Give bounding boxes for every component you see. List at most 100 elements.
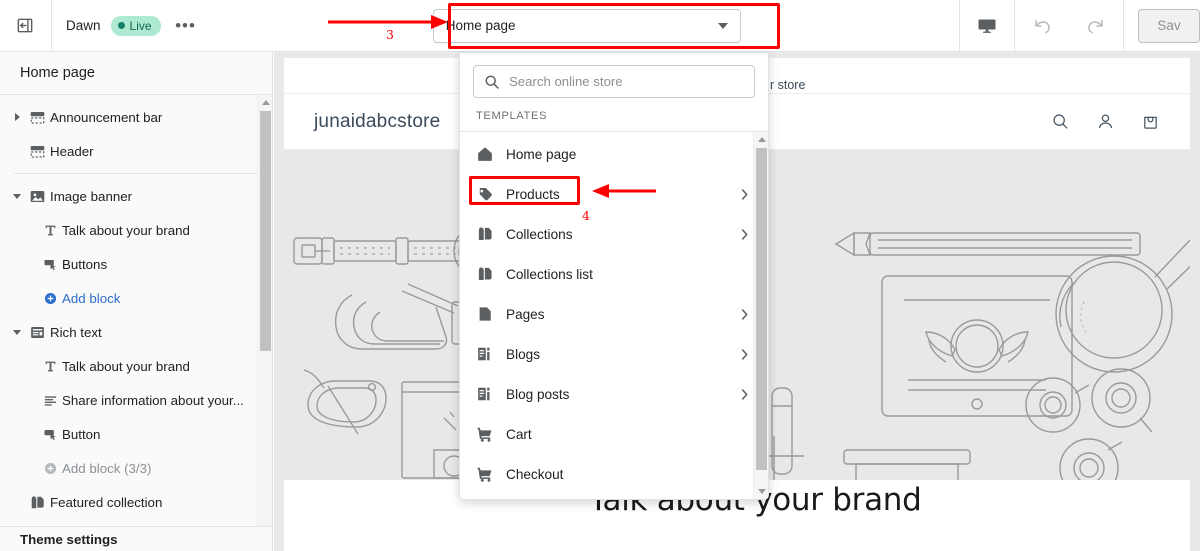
page-icon-wrap — [476, 305, 506, 323]
exit-to-app-icon — [17, 18, 33, 33]
sidebar-scrollbar-thumb[interactable] — [260, 111, 271, 352]
sidebar-item-label: Header — [50, 143, 94, 159]
chevron-down-icon[interactable] — [10, 329, 24, 335]
sidebar-item-image-banner[interactable]: Image banner — [0, 179, 272, 213]
menu-item-blogs[interactable]: Blogs — [460, 334, 768, 374]
cart-icon — [477, 427, 492, 442]
chevron-right-icon[interactable] — [737, 187, 752, 202]
undo-icon — [1035, 19, 1050, 33]
sidebar-item-label: Buttons — [62, 256, 108, 272]
sidebar-item-share-information-about-your[interactable]: Share information about your... — [0, 383, 272, 417]
sidebar-item-label: Button — [62, 426, 101, 442]
collection-tag-icon — [31, 496, 44, 509]
section-bar-icon — [30, 111, 44, 124]
sidebar-title: Home page — [0, 52, 272, 96]
cart-icon — [1144, 116, 1157, 129]
scroll-up-arrow-icon[interactable] — [754, 132, 768, 147]
undo-button[interactable] — [1015, 0, 1069, 52]
chevron-right-icon[interactable] — [737, 307, 752, 322]
exit-editor-button[interactable] — [0, 0, 52, 52]
menu-item-cart[interactable]: Cart — [460, 414, 768, 454]
menu-item-label: Collections — [506, 226, 573, 242]
sidebar-item-label: Featured collection — [50, 494, 163, 510]
button-icon-wrap — [38, 257, 62, 272]
menu-item-pages[interactable]: Pages — [460, 294, 768, 334]
sidebar-section-list: Announcement bar Header Image banner Talk a… — [0, 95, 272, 526]
sidebar-item-announcement-bar[interactable]: Announcement bar — [0, 100, 272, 134]
search-field-wrapper[interactable] — [473, 65, 755, 98]
blog-icon-wrap — [476, 385, 506, 403]
chevron-right-icon[interactable] — [737, 227, 752, 242]
chevron-right-icon[interactable] — [737, 347, 752, 362]
search-icon — [485, 74, 499, 89]
device-preview-button[interactable] — [960, 0, 1014, 52]
save-button[interactable]: Sav — [1138, 8, 1200, 43]
preview-store-name: junaidabcstore — [314, 110, 441, 132]
theme-settings-link[interactable]: Theme settings — [20, 532, 118, 547]
sidebar-item-add-block-3-3[interactable]: Add block (3/3) — [0, 451, 272, 485]
menu-item-label: Home page — [506, 146, 577, 162]
section-bar-icon-wrap — [24, 143, 50, 160]
page-selector-value: Home page — [445, 18, 516, 33]
chevron-down-icon — [717, 22, 728, 29]
rich-text-icon — [30, 326, 44, 338]
sidebar-item-header[interactable]: Header — [0, 134, 272, 168]
sidebar-item-buttons[interactable]: Buttons — [0, 247, 272, 281]
sidebar-item-collage[interactable]: Collage — [0, 519, 272, 526]
image-icon — [30, 190, 44, 202]
button-icon — [44, 429, 56, 440]
menu-item-collections[interactable]: Collections — [460, 214, 768, 254]
search-input[interactable] — [509, 74, 744, 89]
page-icon — [479, 307, 491, 321]
toolbar-divider — [1123, 0, 1124, 52]
page-selector-menu: TEMPLATES Home page Products Collections Co… — [459, 52, 769, 500]
menu-item-checkout[interactable]: Checkout — [460, 454, 768, 494]
scroll-down-arrow-icon[interactable] — [754, 484, 768, 499]
menu-search-container — [460, 53, 768, 108]
sidebar-item-add-block[interactable]: Add block — [0, 281, 272, 315]
tag-icon-wrap — [476, 185, 506, 203]
menu-item-collections-list[interactable]: Collections list — [460, 254, 768, 294]
sidebar-scrollbar[interactable] — [257, 95, 272, 527]
redo-button[interactable] — [1069, 0, 1123, 52]
menu-item-home-page[interactable]: Home page — [460, 134, 768, 174]
menu-scrollbar[interactable] — [753, 132, 768, 499]
sidebar-item-label: Talk about your brand — [62, 358, 190, 374]
menu-item-label: Blog posts — [506, 386, 570, 402]
page-selector-container: Home page — [215, 8, 959, 43]
sidebar-item-featured-collection[interactable]: Featured collection — [0, 485, 272, 519]
sidebar-item-talk-about-your-brand[interactable]: Talk about your brand — [0, 349, 272, 383]
collection-tag-icon-wrap — [476, 225, 506, 243]
search-icon — [1053, 114, 1068, 129]
menu-item-label: Checkout — [506, 466, 564, 482]
redo-icon — [1088, 19, 1103, 33]
collection-tag-icon — [478, 267, 492, 281]
scroll-up-arrow-icon[interactable] — [258, 95, 272, 111]
sidebar-item-label: Add block (3/3) — [62, 460, 152, 476]
sidebar-item-talk-about-your-brand[interactable]: Talk about your brand — [0, 213, 272, 247]
menu-scrollbar-thumb[interactable] — [756, 148, 767, 470]
cart-icon — [477, 467, 492, 482]
plus-circle-icon-wrap — [38, 461, 62, 476]
sections-sidebar: Home page Announcement bar Header Image ba… — [0, 52, 273, 551]
status-dot-icon — [117, 22, 125, 29]
chevron-right-icon[interactable] — [10, 113, 24, 122]
status-badge-label: Live — [129, 18, 152, 33]
chevron-right-icon[interactable] — [737, 387, 752, 402]
theme-editor-window: Dawn Live ••• Home page Sav Home page An… — [0, 0, 1200, 551]
sidebar-item-label: Add block — [62, 290, 121, 306]
blog-icon — [478, 387, 490, 401]
button-icon-wrap — [38, 427, 62, 442]
menu-item-products[interactable]: Products — [460, 174, 768, 214]
sidebar-scroll-area: Announcement bar Header Image banner Talk a… — [0, 95, 272, 527]
sidebar-item-button[interactable]: Button — [0, 417, 272, 451]
top-toolbar: Dawn Live ••• Home page Sav — [0, 0, 1200, 52]
collection-tag-icon-wrap — [24, 494, 50, 511]
menu-section-label: TEMPLATES — [460, 108, 768, 132]
chevron-down-icon[interactable] — [10, 193, 24, 199]
page-selector-dropdown[interactable]: Home page — [432, 8, 741, 43]
menu-item-blog-posts[interactable]: Blog posts — [460, 374, 768, 414]
sidebar-item-label: Share information about your... — [62, 392, 244, 408]
more-actions-button[interactable]: ••• — [171, 12, 201, 40]
sidebar-item-rich-text[interactable]: Rich text — [0, 315, 272, 349]
